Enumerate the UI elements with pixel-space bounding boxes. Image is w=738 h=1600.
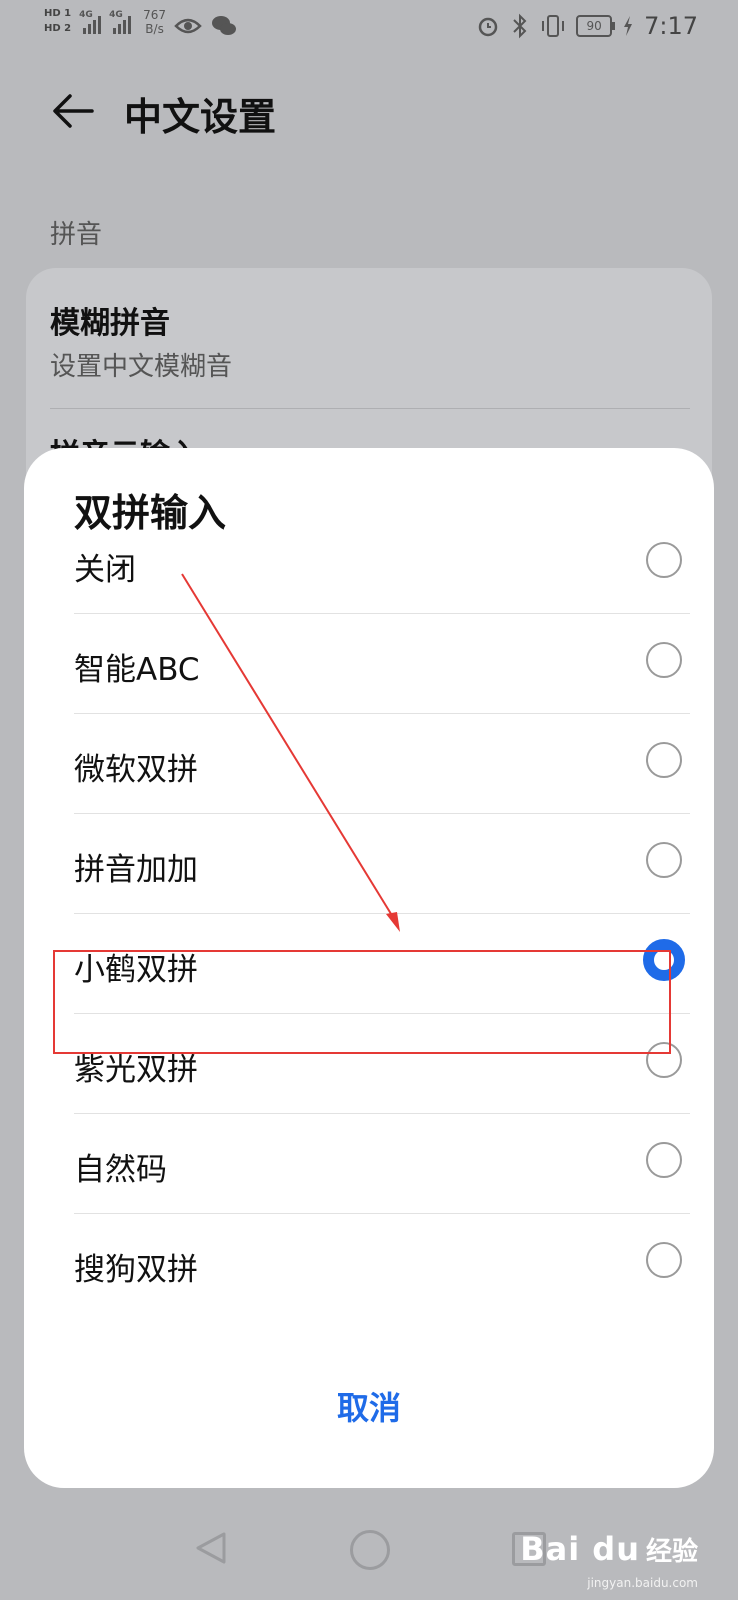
navigation-bar: Bai du 经验 jingyan.baidu.com [0, 1500, 738, 1600]
radio-unchecked-icon[interactable] [646, 1142, 682, 1178]
option-label: 拼音加加 [74, 852, 198, 888]
option-row[interactable]: 微软双拼 [74, 714, 690, 814]
signal-icon: 4G [109, 8, 132, 34]
option-row[interactable]: 自然码 [74, 1114, 690, 1214]
status-bar: HD 1 HD 2 4G 4G 767 B/s 90 7:17 [0, 0, 738, 54]
option-row[interactable]: 拼音加加 [74, 814, 690, 914]
fuzzy-pinyin-subtitle: 设置中文模糊音 [50, 352, 233, 382]
option-label: 自然码 [74, 1152, 167, 1188]
speed-value: 767 [143, 8, 167, 22]
watermark-url: jingyan.baidu.com [587, 1576, 698, 1590]
back-arrow-icon[interactable] [50, 88, 96, 134]
radio-unchecked-icon[interactable] [646, 842, 682, 878]
watermark-brand: Bai du [520, 1530, 640, 1568]
signal-icon: 4G [79, 8, 102, 34]
radio-unchecked-icon[interactable] [646, 542, 682, 578]
section-label-pinyin: 拼音 [50, 220, 103, 250]
cancel-button[interactable]: 取消 [24, 1383, 714, 1429]
battery-icon: 90 [576, 15, 616, 37]
wechat-icon [212, 16, 237, 35]
option-list: 关闭 智能ABC 微软双拼 拼音加加 小鹤双拼 紫光双拼 自然码 搜狗双拼 [74, 514, 690, 1313]
status-bar-right: 90 7:17 [476, 12, 698, 40]
eye-icon [174, 18, 202, 34]
option-row[interactable]: 智能ABC [74, 614, 690, 714]
alarm-icon [478, 17, 498, 37]
status-bar-left: HD 1 HD 2 4G 4G 767 B/s [44, 8, 238, 40]
divider [50, 408, 690, 409]
baidu-watermark: Bai du 经验 jingyan.baidu.com [520, 1530, 698, 1590]
vibrate-icon [542, 15, 565, 37]
highlight-box [53, 950, 671, 1054]
sim-indicators: HD 1 HD 2 [44, 8, 71, 35]
bluetooth-icon [513, 13, 527, 39]
option-label: 微软双拼 [74, 752, 198, 788]
option-label: 关闭 [74, 552, 136, 588]
fuzzy-pinyin-title: 模糊拼音 [50, 306, 170, 341]
network-type-2: 4G [109, 10, 123, 20]
battery-level: 90 [586, 19, 602, 33]
nav-back-icon[interactable] [194, 1530, 228, 1566]
radio-unchecked-icon[interactable] [646, 1242, 682, 1278]
charging-icon [624, 16, 633, 36]
option-label: 智能ABC [74, 652, 200, 688]
page-title: 中文设置 [124, 95, 277, 139]
network-speed: 767 B/s [143, 8, 166, 36]
option-label: 搜狗双拼 [74, 1252, 198, 1288]
clock: 7:17 [644, 12, 698, 40]
radio-unchecked-icon[interactable] [646, 642, 682, 678]
radio-unchecked-icon[interactable] [646, 742, 682, 778]
watermark-text: 经验 [645, 1536, 698, 1567]
option-row[interactable]: 关闭 [74, 514, 690, 614]
option-row[interactable]: 搜狗双拼 [74, 1214, 690, 1313]
nav-home-icon[interactable] [350, 1530, 390, 1570]
sim1-label: HD 1 [44, 8, 72, 19]
sim2-label: HD 2 [44, 23, 72, 34]
speed-unit: B/s [145, 22, 164, 36]
network-type-1: 4G [79, 10, 93, 20]
